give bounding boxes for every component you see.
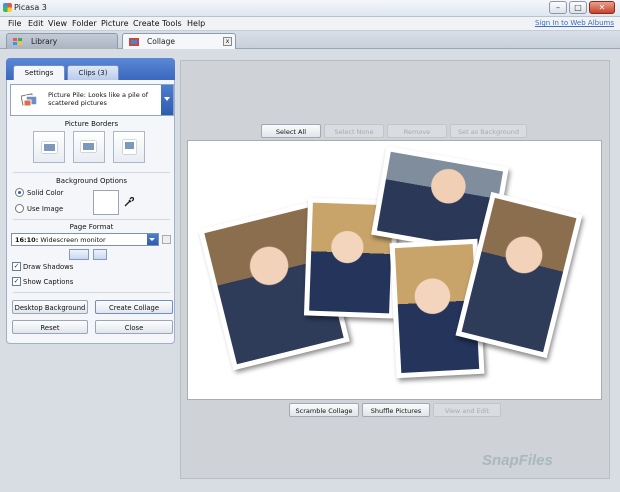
menu-file[interactable]: File — [8, 19, 21, 28]
polaroid-preview-icon — [123, 140, 136, 154]
tab-collage-label: Collage — [147, 37, 175, 46]
tab-library-label: Library — [31, 37, 58, 46]
remove-button[interactable]: Remove — [387, 124, 447, 138]
collage-icon — [129, 38, 139, 46]
show-captions-checkbox[interactable]: ✓ — [12, 277, 21, 286]
picasa-app-icon — [3, 3, 12, 12]
portrait-orientation-button[interactable] — [93, 249, 107, 260]
window-title: Picasa 3 — [14, 3, 47, 12]
close-button[interactable]: Close — [95, 320, 173, 334]
border-none-button[interactable] — [33, 131, 65, 163]
set-as-background-button[interactable]: Set as Background — [450, 124, 527, 138]
eyedropper-icon[interactable] — [124, 197, 134, 207]
panel-tab-settings[interactable]: Settings — [13, 65, 65, 80]
reset-button[interactable]: Reset — [12, 320, 88, 334]
border-polaroid-button[interactable] — [113, 131, 145, 163]
menu-view[interactable]: View — [48, 19, 67, 28]
collage-canvas[interactable] — [187, 140, 602, 400]
collage-workspace: Select All Select None Remove Set as Bac… — [180, 60, 610, 479]
view-and-edit-button[interactable]: View and Edit — [433, 403, 501, 417]
draw-shadows-label: Draw Shadows — [23, 263, 74, 271]
chevron-down-icon[interactable] — [161, 85, 173, 115]
collage-type-label: Picture Pile: Looks like a pile of scatt… — [48, 91, 149, 107]
library-grid-icon — [13, 38, 22, 45]
page-format-select[interactable]: 16:10: Widescreen monitor — [11, 233, 159, 246]
background-options-heading: Background Options — [56, 177, 127, 185]
border-preview-icon — [42, 142, 57, 153]
tab-library[interactable]: Library — [6, 33, 118, 49]
page-format-heading: Page Format — [69, 223, 114, 231]
border-white-button[interactable] — [73, 131, 105, 163]
solid-color-radio[interactable] — [15, 188, 24, 197]
menu-edit[interactable]: Edit — [28, 19, 44, 28]
page-format-lock-checkbox[interactable] — [162, 235, 171, 244]
panel-tab-clips[interactable]: Clips (3) — [67, 65, 119, 80]
draw-shadows-checkbox[interactable]: ✓ — [12, 262, 21, 271]
tab-collage[interactable]: Collage x — [122, 33, 236, 49]
menu-folder[interactable]: Folder — [72, 19, 97, 28]
picture-pile-icon — [21, 93, 38, 107]
maximize-button[interactable]: □ — [569, 1, 587, 14]
collage-type-select[interactable]: Picture Pile: Looks like a pile of scatt… — [10, 84, 174, 116]
landscape-orientation-button[interactable] — [69, 249, 89, 260]
show-captions-label: Show Captions — [23, 278, 74, 286]
desktop-background-button[interactable]: Desktop Background — [12, 300, 88, 314]
collage-settings-panel: Settings Clips (3) Picture Pile: Looks l… — [6, 58, 175, 344]
snapfiles-watermark: SnapFiles — [482, 452, 553, 469]
menu-tools[interactable]: Tools — [162, 19, 182, 28]
select-none-button[interactable]: Select None — [324, 124, 384, 138]
page-format-description: Widescreen monitor — [40, 236, 106, 244]
border-preview-icon — [81, 141, 96, 152]
menu-help[interactable]: Help — [187, 19, 205, 28]
tab-close-icon[interactable]: x — [223, 37, 232, 46]
menu-bar: File Edit View Folder Picture Create Too… — [0, 17, 620, 31]
divider — [13, 219, 170, 220]
create-collage-button[interactable]: Create Collage — [95, 300, 173, 314]
menu-create[interactable]: Create — [133, 19, 160, 28]
title-bar: Picasa 3 – □ ✕ — [0, 0, 620, 17]
menu-picture[interactable]: Picture — [101, 19, 129, 28]
minimize-button[interactable]: – — [549, 1, 567, 14]
shuffle-pictures-button[interactable]: Shuffle Pictures — [362, 403, 430, 417]
divider — [13, 292, 170, 293]
solid-color-label: Solid Color — [27, 189, 64, 197]
page-format-value: 16:10: Widescreen monitor — [15, 236, 106, 244]
picture-borders-heading: Picture Borders — [64, 120, 119, 128]
sign-in-link[interactable]: Sign In to Web Albums — [535, 19, 614, 27]
tab-bar: Library Collage x — [0, 31, 620, 49]
use-image-label: Use Image — [27, 205, 64, 213]
background-color-swatch[interactable] — [93, 190, 119, 215]
chevron-down-icon[interactable] — [147, 234, 158, 245]
scramble-collage-button[interactable]: Scramble Collage — [289, 403, 359, 417]
page-format-ratio: 16:10: — [15, 236, 39, 244]
use-image-radio[interactable] — [15, 204, 24, 213]
close-window-button[interactable]: ✕ — [589, 1, 615, 14]
divider — [13, 172, 170, 173]
select-all-button[interactable]: Select All — [261, 124, 321, 138]
